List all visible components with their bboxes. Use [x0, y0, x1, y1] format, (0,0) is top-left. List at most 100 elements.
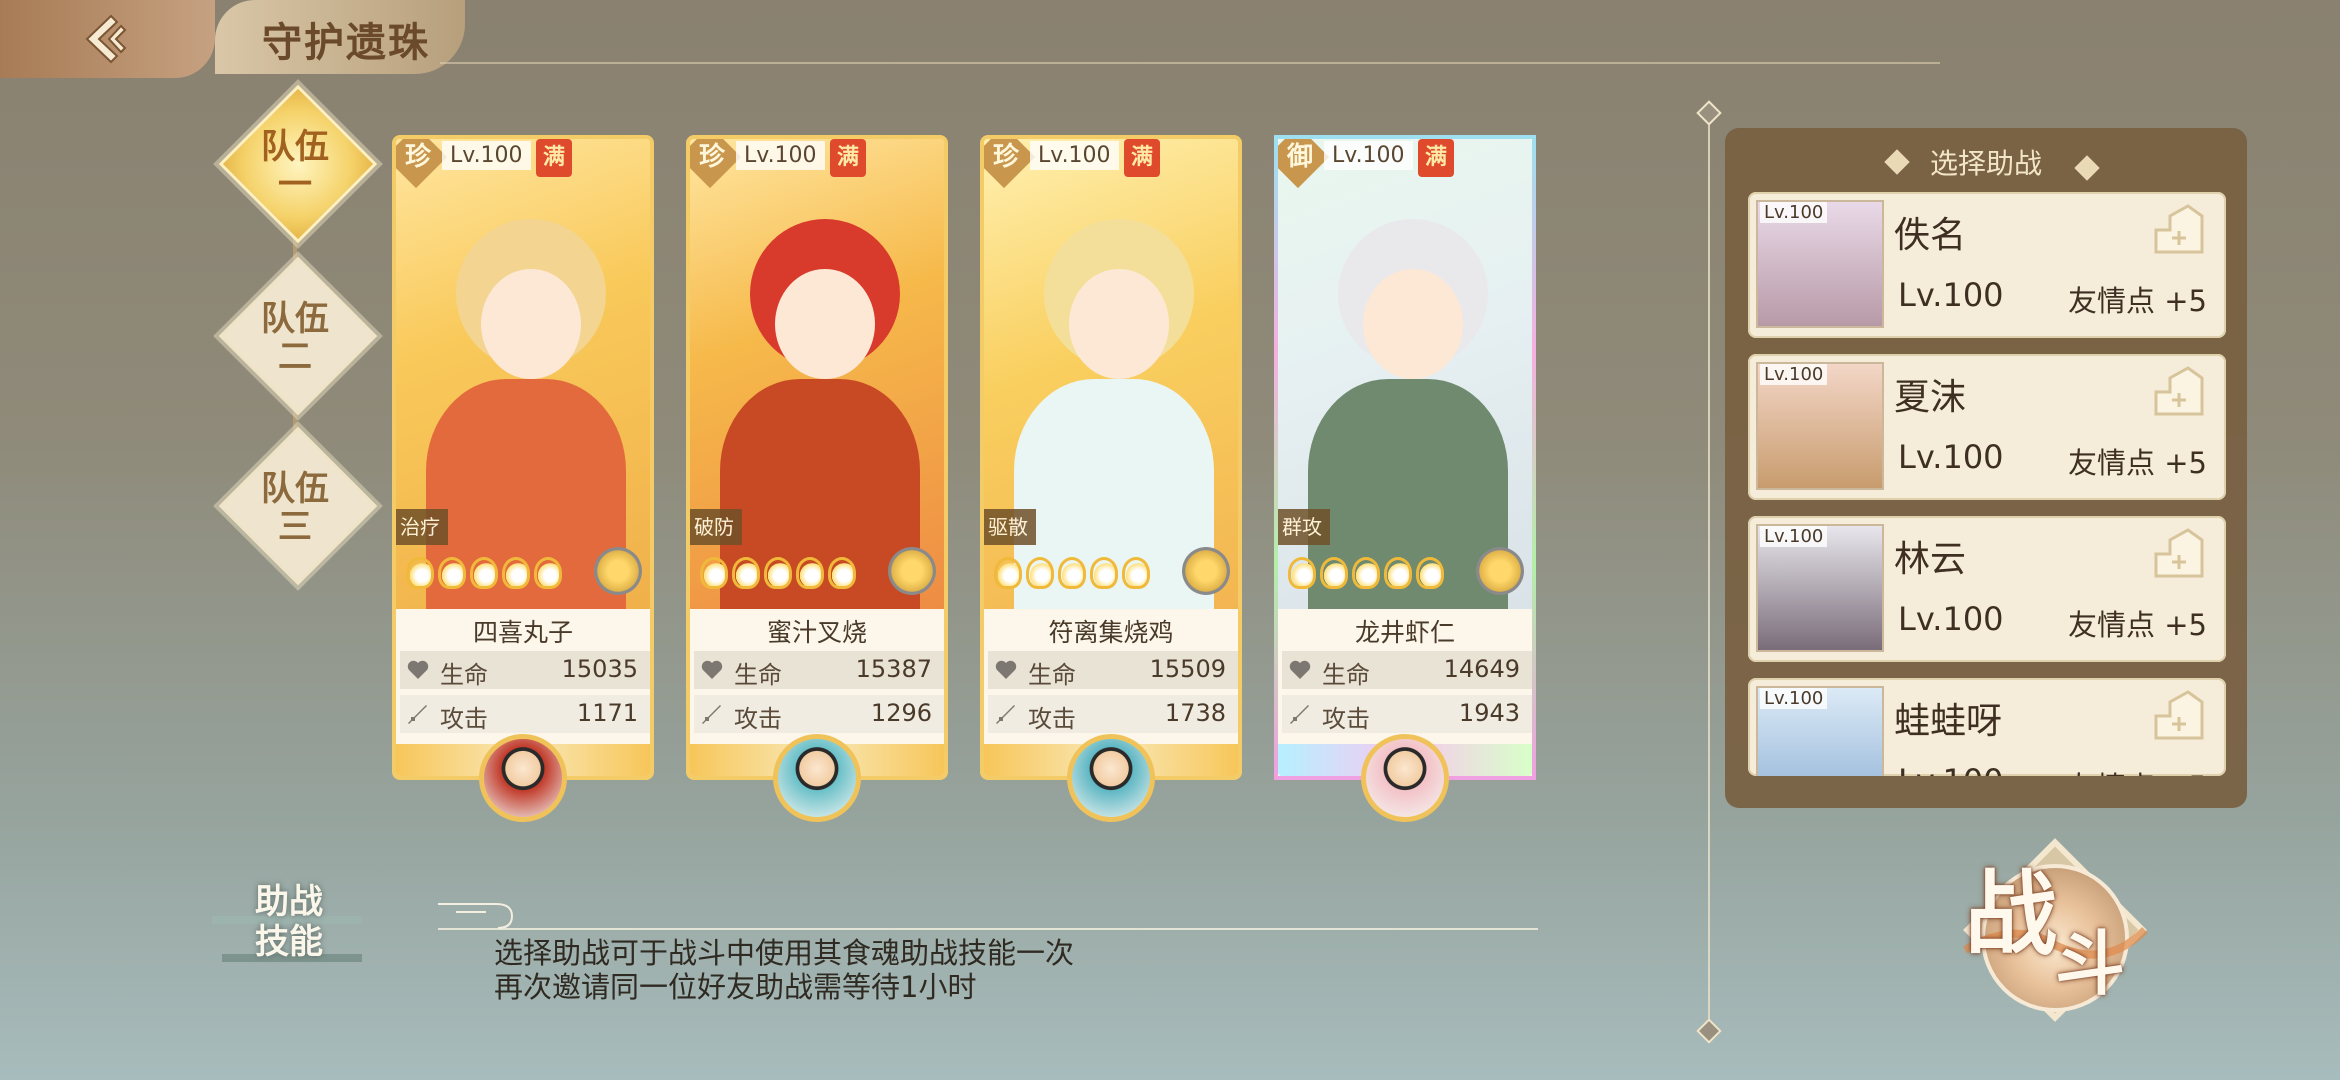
atk-label: 攻击: [734, 705, 782, 733]
sword-icon: [408, 705, 427, 724]
team-tab-3[interactable]: 队伍 三: [218, 426, 378, 586]
portrait-face: [481, 269, 581, 379]
star-icon: [438, 557, 466, 589]
star-icon: [1416, 557, 1444, 589]
atk-row: 攻击 1943: [1282, 695, 1532, 733]
star-icon: [700, 557, 728, 589]
invite-icon[interactable]: [2150, 688, 2208, 742]
star-icon: [1026, 557, 1054, 589]
character-name: 四喜丸子: [472, 618, 573, 647]
invite-icon[interactable]: [2150, 202, 2208, 256]
character-name: 龙井虾仁: [1354, 618, 1455, 647]
star-icon: [534, 557, 562, 589]
assist-skill-label-top: 助战: [255, 882, 323, 922]
assist-skill-icon[interactable]: [479, 734, 567, 822]
assist-skill-label: 助战 技能: [255, 882, 323, 962]
assist-skill-icon[interactable]: [1067, 734, 1155, 822]
star-icon: [994, 557, 1022, 589]
invite-icon[interactable]: [2150, 526, 2208, 580]
team-label-bottom: 一: [278, 165, 312, 205]
atk-row: 攻击 1296: [694, 695, 944, 733]
team-label-top: 队伍: [261, 127, 329, 167]
invite-icon[interactable]: [2150, 364, 2208, 418]
assist-helper-item[interactable]: Lv.100 林云 Lv.100 友情点 +5: [1748, 516, 2226, 662]
team-tab-2[interactable]: 队伍 二: [218, 256, 378, 416]
atk-value: 1171: [576, 699, 638, 727]
star-rating: [1288, 557, 1444, 589]
character-card[interactable]: 珍 Lv.100 满 治疗 四喜丸子 生命 15035 攻击 1171: [392, 135, 654, 780]
divider-diamond: [1696, 100, 1722, 126]
star-icon: [1288, 557, 1316, 589]
sword-icon: [702, 705, 721, 724]
page-title: 守护遗珠: [262, 19, 430, 66]
assist-skill-divider: [438, 928, 1538, 930]
team-label-bottom: 三: [278, 507, 312, 547]
character-card[interactable]: 珍 Lv.100 满 驱散 符离集烧鸡 生命 15509 攻击 1738: [980, 135, 1242, 780]
assist-helper-item[interactable]: Lv.100 佚名 Lv.100 友情点 +5: [1748, 192, 2226, 338]
team-label-bottom: 二: [278, 337, 312, 377]
sword-icon: [996, 705, 1015, 724]
fight-button[interactable]: 战 斗: [1955, 830, 2155, 1030]
max-badge: 满: [1418, 139, 1454, 177]
team-tab-label: 队伍 三: [242, 470, 348, 546]
team-tab-label: 队伍 二: [242, 300, 348, 376]
star-icon: [764, 557, 792, 589]
star-rating: [406, 557, 562, 589]
divider-diamond: [1696, 1018, 1722, 1044]
character-card[interactable]: 珍 Lv.100 满 破防 蜜汁叉烧 生命 15387 攻击 1296: [686, 135, 948, 780]
max-badge: 满: [830, 139, 866, 177]
hp-label: 生命: [734, 661, 782, 689]
helper-name: 林云: [1894, 539, 1967, 580]
star-icon: [732, 557, 760, 589]
atk-value: 1296: [870, 699, 932, 727]
team-tab-1[interactable]: 队伍 一: [218, 84, 378, 244]
star-rating: [994, 557, 1150, 589]
helper-avatar-level: Lv.100: [1760, 688, 1828, 709]
back-arrow-icon: [85, 14, 126, 64]
assist-skill-icon[interactable]: [773, 734, 861, 822]
hp-label: 生命: [1028, 661, 1076, 689]
rarity-text: 珍: [992, 142, 1019, 172]
star-icon: [406, 557, 434, 589]
star-icon: [470, 557, 498, 589]
character-card[interactable]: 御 Lv.100 满 群攻 龙井虾仁 生命 14649 攻击 1943: [1274, 135, 1536, 780]
heart-icon: [1289, 660, 1311, 679]
back-button[interactable]: [0, 0, 215, 78]
team-label-top: 队伍: [261, 299, 329, 339]
star-icon: [502, 557, 530, 589]
portrait-face: [1069, 269, 1169, 379]
portrait-face: [775, 269, 875, 379]
heart-icon: [407, 660, 429, 679]
awaken-flower-icon: [594, 547, 642, 595]
card-level: Lv.100: [442, 141, 531, 170]
role-tag: 破防: [690, 509, 742, 545]
portrait-face: [1363, 269, 1463, 379]
rarity-text: 珍: [698, 142, 725, 172]
hp-row: 生命 14649: [1282, 651, 1532, 689]
helper-level: Lv.100: [1898, 762, 2004, 776]
assist-panel-title: 选择助战: [1929, 147, 2042, 180]
star-icon: [1352, 557, 1380, 589]
atk-row: 攻击 1738: [988, 695, 1238, 733]
assist-helper-item[interactable]: Lv.100 夏沫 Lv.100 友情点 +5: [1748, 354, 2226, 500]
card-level: Lv.100: [736, 141, 825, 170]
assist-skill-icon[interactable]: [1361, 734, 1449, 822]
helper-friend-points: 友情点 +5: [2068, 446, 2207, 480]
star-icon: [796, 557, 824, 589]
star-icon: [1090, 557, 1118, 589]
atk-label: 攻击: [1028, 705, 1076, 733]
rarity-text: 御: [1286, 142, 1313, 172]
role-tag: 治疗: [396, 509, 448, 545]
character-name: 符离集烧鸡: [1048, 618, 1174, 647]
team-tab-label: 队伍 一: [242, 128, 348, 204]
star-rating: [700, 557, 856, 589]
star-icon: [1122, 557, 1150, 589]
helper-level: Lv.100: [1898, 600, 2004, 638]
role-tag: 群攻: [1278, 509, 1330, 545]
assist-helper-item[interactable]: Lv.100 蛙蛙呀 Lv.100 友情点 +5: [1748, 678, 2226, 776]
awaken-flower-icon: [888, 547, 936, 595]
atk-row: 攻击 1171: [400, 695, 650, 733]
heart-icon: [701, 660, 723, 679]
assist-skill-description: 选择助战可于战斗中使用其食魂助战技能一次 再次邀请同一位好友助战需等待1小时: [494, 936, 1074, 1004]
cloud-ornament-icon: [438, 903, 514, 929]
